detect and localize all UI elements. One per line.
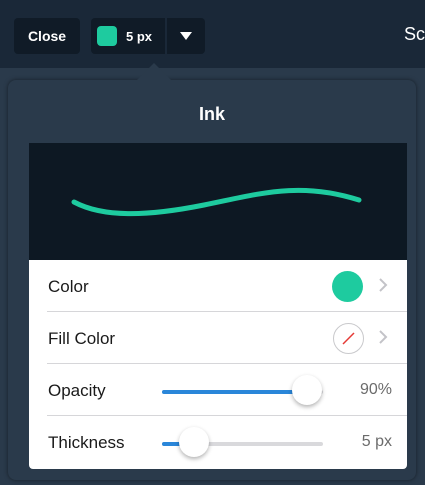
opacity-slider[interactable] [162,375,323,405]
ink-style-button[interactable]: 5 px [91,18,165,54]
ink-stroke-preview [29,143,407,260]
close-button[interactable]: Close [14,18,80,54]
ink-size-label: 5 px [126,28,153,44]
opacity-label: Opacity [48,381,106,400]
thickness-value: 5 px [361,433,392,450]
thickness-label: Thickness [48,433,125,452]
opacity-row: Opacity 90% [29,364,407,416]
fill-color-row[interactable]: Fill Color [29,312,407,364]
fill-color-label: Fill Color [48,329,116,348]
popover-pointer [136,63,172,81]
no-fill-icon [333,323,364,354]
color-row[interactable]: Color [29,260,407,312]
ink-stroke-line [71,187,362,217]
toolbar-cut-off-text: Sc [404,24,425,44]
thickness-slider[interactable] [162,427,323,457]
chevron-right-icon [379,330,388,344]
opacity-value: 90% [359,381,392,398]
chevron-right-icon [379,278,388,292]
thickness-slider-thumb[interactable] [179,427,210,457]
triangle-down-icon [180,32,192,40]
ink-popover: Ink Color Fill Color Opacity 90% Thickne… [8,80,416,480]
thickness-row: Thickness 5 px [29,416,407,468]
opacity-slider-thumb[interactable] [291,375,322,405]
ink-dropdown-button[interactable] [167,18,205,54]
popover-title: Ink [198,104,225,124]
ink-color-swatch [97,26,117,46]
opacity-slider-fill [162,390,307,394]
color-label: Color [48,277,89,296]
color-value-swatch [332,271,363,302]
ink-settings-list: Color Fill Color Opacity 90% Thickness 5… [29,260,407,469]
top-toolbar: Close 5 px Sc [0,0,425,68]
